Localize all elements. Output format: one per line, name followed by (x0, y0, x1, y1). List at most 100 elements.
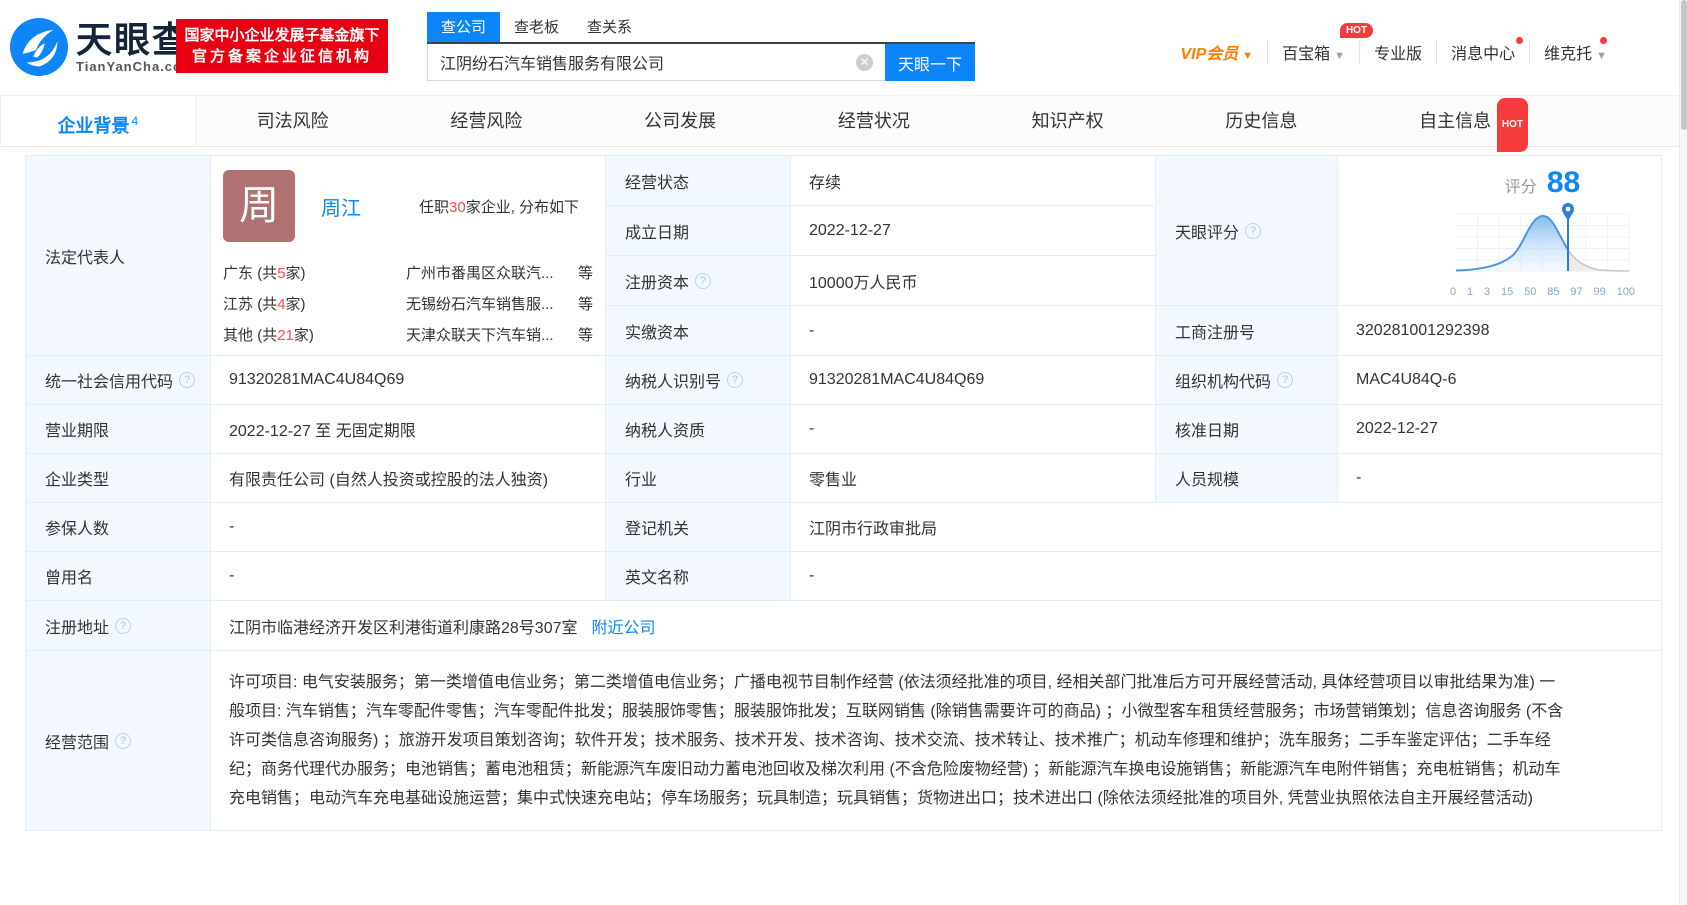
field-value-industry: 零售业 (791, 454, 1156, 503)
help-icon[interactable] (115, 618, 131, 634)
field-value-former-name: - (211, 552, 606, 601)
field-value-insured-count: - (211, 503, 606, 552)
field-label-registered-address: 注册地址 (26, 601, 211, 651)
score-distribution-chart (1450, 200, 1635, 280)
field-value-status: 存续 (791, 156, 1156, 206)
menu-user[interactable]: 维克托 (1529, 40, 1621, 64)
region-row: 江苏 (共4家) 无锡纷石汽车销售服... 等 (223, 289, 605, 320)
legal-representative-cell: 周 周江 任职30家企业, 分布如下 广东 (共5家) 广州市番禺区众联汽...… (211, 156, 606, 356)
help-icon[interactable] (115, 733, 131, 749)
tab-self-published-info[interactable]: 自主信息HOT (1358, 96, 1552, 146)
site-logo[interactable]: 天眼查 TianYanCha.com (10, 18, 195, 76)
region-company: 天津众联天下汽车销... (406, 320, 578, 351)
field-label-taxpayer-id: 纳税人识别号 (606, 356, 791, 405)
tab-operating-status[interactable]: 经营状况 (777, 96, 971, 146)
field-value-taxpayer-id: 91320281MAC4U84Q69 (791, 356, 1156, 405)
field-label-legal-representative: 法定代表人 (26, 156, 211, 356)
field-value-english-name: - (791, 552, 1662, 601)
score-headline: 评分88 (1450, 166, 1635, 200)
field-label-paid-capital: 实缴资本 (606, 306, 791, 356)
field-label-industry: 行业 (606, 454, 791, 503)
help-icon[interactable] (695, 273, 711, 289)
chevron-down-icon (1242, 50, 1253, 62)
help-icon[interactable] (1277, 372, 1293, 388)
field-label-org-code: 组织机构代码 (1156, 356, 1338, 405)
field-value-credit-code: 91320281MAC4U84Q69 (211, 356, 606, 405)
field-value-staff-size: - (1338, 454, 1662, 503)
tab-history-info[interactable]: 历史信息 (1165, 96, 1359, 146)
notification-dot (1600, 37, 1607, 44)
field-label-status: 经营状态 (606, 156, 791, 206)
field-value-established: 2022-12-27 (791, 206, 1156, 256)
page-scrollbar (1679, 0, 1687, 905)
scrollbar-thumb[interactable] (1681, 0, 1687, 130)
nearby-companies-link[interactable]: 附近公司 (592, 614, 656, 638)
field-value-company-type: 有限责任公司 (自然人投资或控股的法人独资) (211, 454, 606, 503)
certification-line2: 官方备案企业征信机构 (176, 46, 388, 67)
region-company: 无锡纷石汽车销售服... (406, 289, 578, 320)
company-info-table: 法定代表人 周 周江 任职30家企业, 分布如下 广东 (共5家) 广州市番禺区… (25, 155, 1662, 831)
search-tab-relation[interactable]: 查关系 (573, 12, 646, 42)
field-label-former-name: 曾用名 (26, 552, 211, 601)
field-label-registered-capital: 注册资本 (606, 256, 791, 306)
field-label-tianyan-score: 天眼评分 (1156, 156, 1338, 306)
menu-toolbox[interactable]: 百宝箱HOT (1267, 40, 1359, 64)
field-label-insured-count: 参保人数 (26, 503, 211, 552)
tianyancha-logo-icon (10, 18, 68, 76)
legal-representative-name-link[interactable]: 周江 (321, 192, 361, 221)
menu-messages[interactable]: 消息中心 (1436, 40, 1529, 64)
field-value-business-term: 2022-12-27 至 无固定期限 (211, 405, 606, 454)
field-label-registry: 登记机关 (606, 503, 791, 552)
field-value-approval-date: 2022-12-27 (1338, 405, 1662, 454)
tab-company-background[interactable]: 企业背景4 (0, 96, 196, 146)
company-nav-tabs: 企业背景4 司法风险 经营风险 公司发展 经营状况 知识产权 历史信息 自主信息… (0, 95, 1687, 147)
tab-intellectual-property[interactable]: 知识产权 (971, 96, 1165, 146)
score-value: 88 (1547, 166, 1580, 199)
notification-dot (1516, 37, 1523, 44)
avatar[interactable]: 周 (223, 170, 295, 242)
search-input[interactable] (427, 44, 885, 81)
hot-badge: HOT (1497, 98, 1528, 152)
region-row: 广东 (共5家) 广州市番禺区众联汽... 等 (223, 258, 605, 289)
field-value-taxpayer-quality: - (791, 405, 1156, 454)
tab-company-development[interactable]: 公司发展 (583, 96, 777, 146)
top-header: 天眼查 TianYanCha.com 国家中小企业发展子基金旗下 官方备案企业征… (0, 0, 1687, 95)
field-label-business-scope: 经营范围 (26, 651, 211, 831)
field-label-registration-number: 工商注册号 (1156, 306, 1338, 356)
search-tab-company[interactable]: 查公司 (427, 12, 500, 42)
tab-judicial-risk[interactable]: 司法风险 (196, 96, 390, 146)
legal-representative-summary: 任职30家企业, 分布如下 (419, 196, 579, 217)
field-label-staff-size: 人员规模 (1156, 454, 1338, 503)
search-area: 查公司 查老板 查关系 天眼一下 (427, 12, 975, 81)
field-label-business-term: 营业期限 (26, 405, 211, 454)
search-tabs: 查公司 查老板 查关系 (427, 12, 975, 44)
region-row: 其他 (共21家) 天津众联天下汽车销... 等 (223, 320, 605, 351)
field-label-established: 成立日期 (606, 206, 791, 256)
field-value-business-scope: 许可项目: 电气安装服务；第一类增值电信业务；第二类增值电信业务；广播电视节目制… (211, 651, 1662, 831)
chevron-down-icon (1596, 50, 1607, 62)
field-value-org-code: MAC4U84Q-6 (1338, 356, 1662, 405)
help-icon[interactable] (727, 372, 743, 388)
help-icon[interactable] (179, 372, 195, 388)
tab-operating-risk[interactable]: 经营风险 (390, 96, 584, 146)
tianyan-score-cell: 评分88 (1338, 156, 1662, 306)
chevron-down-icon (1334, 50, 1345, 62)
clear-icon[interactable] (856, 54, 873, 71)
field-label-credit-code: 统一社会信用代码 (26, 356, 211, 405)
search-button[interactable]: 天眼一下 (885, 44, 975, 81)
field-value-registration-number: 320281001292398 (1338, 306, 1662, 356)
certification-line1: 国家中小企业发展子基金旗下 (176, 25, 388, 46)
search-tab-boss[interactable]: 查老板 (500, 12, 573, 42)
help-icon[interactable] (1245, 223, 1261, 239)
field-label-taxpayer-quality: 纳税人资质 (606, 405, 791, 454)
menu-vip[interactable]: VIP会员 (1166, 40, 1267, 64)
field-value-registered-address: 江阴市临港经济开发区利港街道利康路28号307室 附近公司 (211, 601, 1662, 651)
field-label-english-name: 英文名称 (606, 552, 791, 601)
field-label-approval-date: 核准日期 (1156, 405, 1338, 454)
region-company: 广州市番禺区众联汽... (406, 258, 578, 289)
field-value-paid-capital: - (791, 306, 1156, 356)
certification-badge: 国家中小企业发展子基金旗下 官方备案企业征信机构 (176, 19, 388, 73)
menu-pro[interactable]: 专业版 (1359, 40, 1436, 64)
score-axis-ticks: 0131550859799100 (1450, 286, 1635, 298)
tab-count: 4 (132, 114, 139, 128)
